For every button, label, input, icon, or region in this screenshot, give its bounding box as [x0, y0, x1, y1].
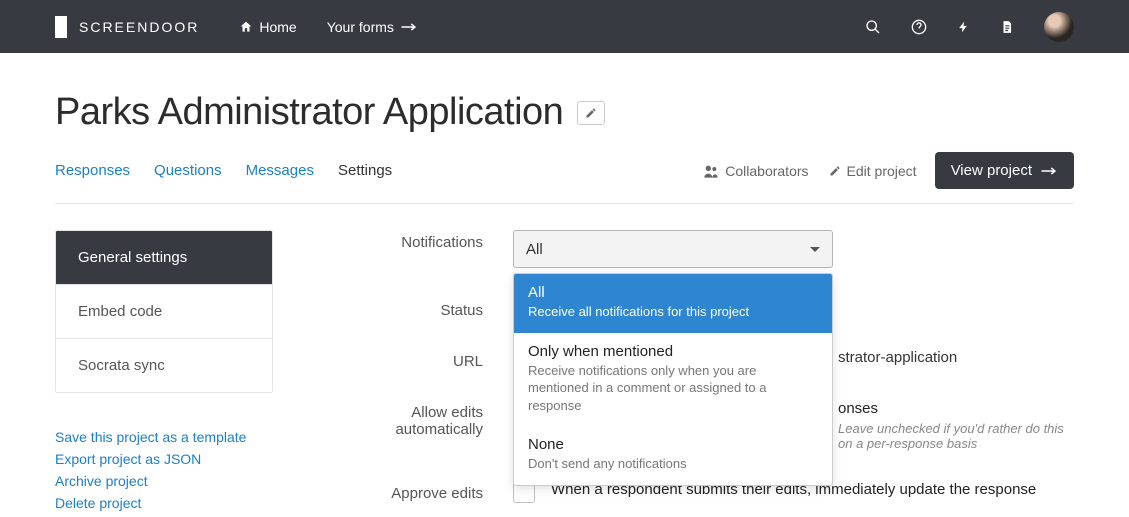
link-export-json[interactable]: Export project as JSON	[55, 451, 273, 467]
avatar[interactable]	[1044, 12, 1074, 42]
tab-settings[interactable]: Settings	[338, 162, 392, 179]
nav-forms[interactable]: Your forms	[327, 19, 418, 35]
action-collaborators-label: Collaborators	[725, 163, 808, 179]
url-value: strator-application	[838, 349, 957, 366]
tab-questions[interactable]: Questions	[154, 162, 222, 179]
document-icon[interactable]	[1000, 19, 1014, 35]
settings-form: Notifications All All Receive all notifi…	[313, 230, 1074, 517]
sidebar: General settings Embed code Socrata sync…	[55, 230, 273, 517]
sidenav-general[interactable]: General settings	[56, 231, 272, 284]
sidenav-socrata[interactable]: Socrata sync	[56, 338, 272, 392]
tab-responses[interactable]: Responses	[55, 162, 130, 179]
action-collaborators[interactable]: Collaborators	[703, 163, 808, 179]
people-icon	[703, 164, 719, 178]
search-icon[interactable]	[865, 19, 881, 35]
option-all-desc: Receive all notifications for this proje…	[528, 303, 818, 321]
arrow-right-icon	[400, 22, 418, 32]
tabbar: Responses Questions Messages Settings Co…	[55, 152, 1074, 204]
view-project-button[interactable]: View project	[935, 152, 1074, 189]
sidenav: General settings Embed code Socrata sync	[55, 230, 273, 393]
pencil-icon	[585, 107, 597, 119]
allow-edits-text: onses	[838, 400, 1074, 417]
sidenav-embed[interactable]: Embed code	[56, 284, 272, 338]
notifications-select[interactable]: All	[513, 230, 833, 268]
link-archive[interactable]: Archive project	[55, 473, 273, 489]
bolt-icon[interactable]	[957, 19, 970, 35]
notifications-select-value: All	[526, 241, 543, 258]
option-mentioned-title: Only when mentioned	[528, 343, 818, 360]
sidelinks: Save this project as a template Export p…	[55, 429, 273, 511]
label-url: URL	[313, 349, 513, 370]
label-allow-edits: Allow edits automatically	[313, 400, 513, 451]
label-status: Status	[313, 298, 513, 319]
option-all-title: All	[528, 284, 818, 301]
option-all[interactable]: All Receive all notifications for this p…	[514, 274, 832, 333]
page: Parks Administrator Application Response…	[0, 53, 1129, 517]
nav-home[interactable]: Home	[239, 19, 296, 35]
help-icon[interactable]	[911, 19, 927, 35]
option-mentioned[interactable]: Only when mentioned Receive notification…	[514, 333, 832, 427]
option-none-desc: Don't send any notifications	[528, 455, 818, 473]
label-notifications: Notifications	[313, 230, 513, 268]
tab-messages[interactable]: Messages	[246, 162, 314, 179]
brand-text: SCREENDOOR	[79, 19, 199, 35]
action-edit-project-label: Edit project	[847, 163, 917, 179]
option-none[interactable]: None Don't send any notifications	[514, 426, 832, 485]
arrow-right-icon	[1040, 166, 1058, 176]
notifications-dropdown: All Receive all notifications for this p…	[513, 273, 833, 486]
view-project-label: View project	[951, 162, 1032, 179]
option-mentioned-desc: Receive notifications only when you are …	[528, 362, 818, 415]
action-edit-project[interactable]: Edit project	[829, 163, 917, 179]
label-approve-edits: Approve edits	[313, 481, 513, 503]
brand[interactable]: SCREENDOOR	[55, 16, 199, 38]
caret-down-icon	[810, 247, 820, 252]
link-save-template[interactable]: Save this project as a template	[55, 429, 273, 445]
page-title: Parks Administrator Application	[55, 91, 563, 134]
allow-edits-sub: Leave unchecked if you'd rather do this …	[838, 421, 1074, 451]
nav-forms-label: Your forms	[327, 19, 394, 35]
option-none-title: None	[528, 436, 818, 453]
link-delete[interactable]: Delete project	[55, 495, 273, 511]
home-icon	[239, 20, 253, 34]
nav-home-label: Home	[259, 19, 296, 35]
pencil-icon	[829, 165, 841, 177]
topbar: SCREENDOOR Home Your forms	[0, 0, 1129, 53]
brand-mark-icon	[55, 16, 71, 38]
edit-title-button[interactable]	[577, 101, 605, 125]
